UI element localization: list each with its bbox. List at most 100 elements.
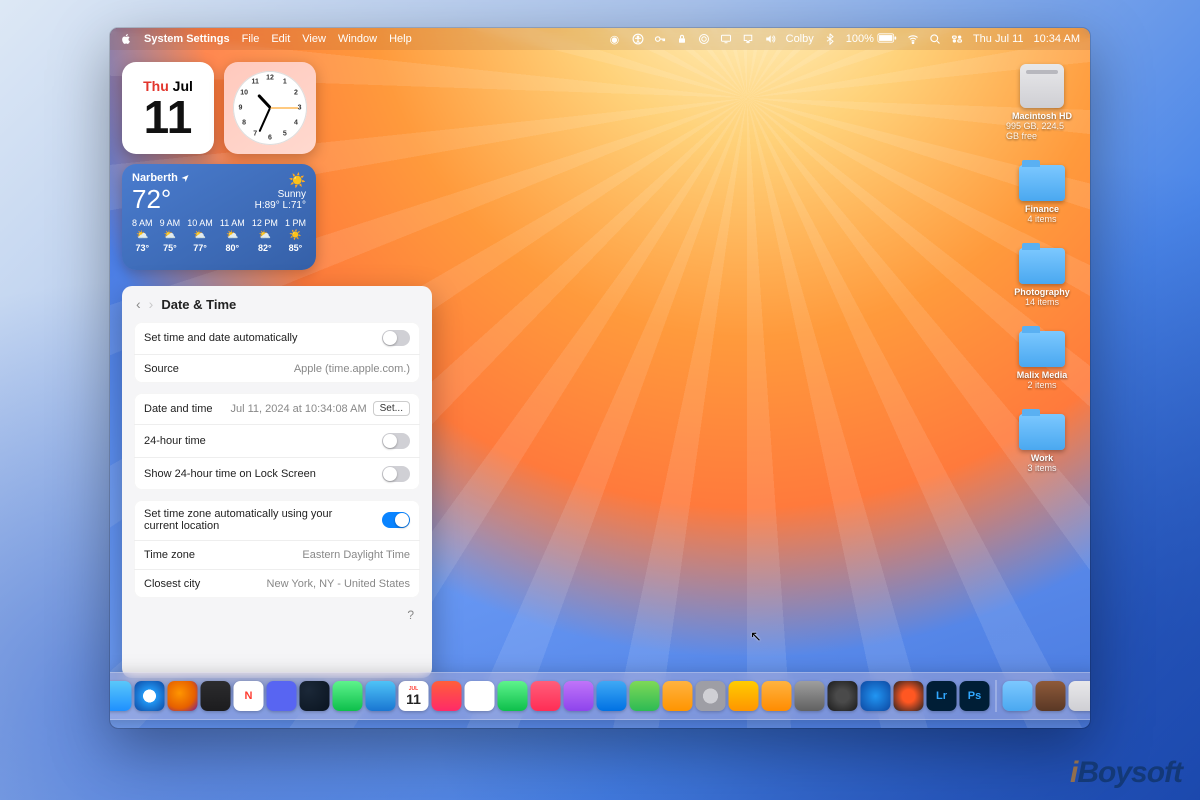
clock-face: 123 69 12 45 78 1011 bbox=[233, 71, 307, 145]
dock-firefox[interactable] bbox=[168, 681, 198, 711]
wifi-icon[interactable] bbox=[907, 33, 919, 45]
clock-widget[interactable]: 123 69 12 45 78 1011 bbox=[224, 62, 316, 154]
auto-datetime-label: Set time and date automatically bbox=[144, 332, 297, 344]
weather-temp: 72° bbox=[132, 186, 189, 212]
weather-hour: 1 PM☀️85° bbox=[285, 218, 306, 253]
airdrop-icon[interactable] bbox=[698, 33, 710, 45]
auto-tz-toggle[interactable] bbox=[382, 512, 410, 528]
dock: N JUL11 LrPs bbox=[110, 672, 1090, 720]
user-menu[interactable]: Colby bbox=[786, 33, 814, 45]
settings-title: Date & Time bbox=[161, 297, 236, 312]
search-icon[interactable] bbox=[929, 33, 941, 45]
menubar-date[interactable]: Thu Jul 11 bbox=[973, 33, 1024, 45]
macintosh-hd[interactable]: Macintosh HD 995 GB, 224.5 GB free bbox=[1006, 64, 1078, 141]
datetime-label: Date and time bbox=[144, 403, 212, 415]
hd-icon bbox=[1020, 64, 1064, 108]
tz-value: Eastern Daylight Time bbox=[302, 549, 410, 561]
24h-toggle[interactable] bbox=[382, 433, 410, 449]
dock-recent[interactable] bbox=[1036, 681, 1066, 711]
dock-keynote[interactable] bbox=[597, 681, 627, 711]
battery-pct[interactable]: 100% bbox=[846, 33, 897, 45]
app-name[interactable]: System Settings bbox=[144, 33, 230, 45]
record-icon[interactable]: ◉ bbox=[610, 33, 622, 45]
calendar-widget[interactable]: Thu Jul 11 bbox=[122, 62, 214, 154]
menubar-time[interactable]: 10:34 AM bbox=[1034, 33, 1080, 45]
datetime-value: Jul 11, 2024 at 10:34:08 AM bbox=[230, 403, 366, 415]
dock-music[interactable] bbox=[531, 681, 561, 711]
calendar-widget-day: 11 bbox=[144, 94, 193, 140]
24h-label: 24-hour time bbox=[144, 435, 206, 447]
accessibility-icon[interactable] bbox=[632, 33, 644, 45]
dock-audacity[interactable] bbox=[729, 681, 759, 711]
control-center-icon[interactable] bbox=[951, 33, 963, 45]
key-icon[interactable] bbox=[654, 33, 666, 45]
airplay-icon[interactable] bbox=[742, 33, 754, 45]
weather-hourly: 8 AM⛅73° 9 AM⛅75° 10 AM⛅77° 11 AM⛅80° 12 PM⛅… bbox=[132, 218, 306, 253]
dock-settings[interactable] bbox=[696, 681, 726, 711]
weather-hour: 11 AM⛅80° bbox=[220, 218, 245, 253]
menu-view[interactable]: View bbox=[302, 33, 326, 45]
auto-datetime-toggle[interactable] bbox=[382, 330, 410, 346]
dock-finder[interactable] bbox=[110, 681, 132, 711]
city-label: Closest city bbox=[144, 578, 200, 590]
desktop-folder[interactable]: Work3 items bbox=[1006, 414, 1078, 473]
dock-safari[interactable] bbox=[135, 681, 165, 711]
dock-photos[interactable] bbox=[465, 681, 495, 711]
dock-photoshop[interactable]: Ps bbox=[960, 681, 990, 711]
weather-hour: 9 AM⛅75° bbox=[160, 218, 181, 253]
desktop-folder[interactable]: Malix Media2 items bbox=[1006, 331, 1078, 390]
dock-app-red[interactable] bbox=[432, 681, 462, 711]
weather-hour: 12 PM⛅82° bbox=[252, 218, 278, 253]
weather-widget[interactable]: Narberth 72° ☀️ Sunny H:89° L:71° 8 AM⛅7… bbox=[122, 164, 316, 270]
dock-discord[interactable] bbox=[267, 681, 297, 711]
lock-icon[interactable] bbox=[676, 33, 688, 45]
volume-icon[interactable] bbox=[764, 33, 776, 45]
display-icon[interactable] bbox=[720, 33, 732, 45]
menu-edit[interactable]: Edit bbox=[271, 33, 290, 45]
dock-lightroom[interactable]: Lr bbox=[927, 681, 957, 711]
apple-menu-icon[interactable] bbox=[120, 33, 132, 45]
dock-trash[interactable] bbox=[1069, 681, 1091, 711]
source-value: Apple (time.apple.com.) bbox=[294, 363, 410, 375]
dock-garageband[interactable] bbox=[762, 681, 792, 711]
menu-help[interactable]: Help bbox=[389, 33, 412, 45]
weather-hour: 8 AM⛅73° bbox=[132, 218, 153, 253]
dock-podcasts[interactable] bbox=[564, 681, 594, 711]
dock-finalcut[interactable] bbox=[828, 681, 858, 711]
dock-steam[interactable] bbox=[300, 681, 330, 711]
dock-calendar[interactable]: JUL11 bbox=[399, 681, 429, 711]
menu-file[interactable]: File bbox=[242, 33, 260, 45]
dock-pages[interactable] bbox=[663, 681, 693, 711]
bluetooth-icon[interactable] bbox=[824, 33, 836, 45]
weather-condition: ☀️ Sunny H:89° L:71° bbox=[255, 172, 306, 211]
desktop-folder[interactable]: Finance4 items bbox=[1006, 165, 1078, 224]
dock-facetime[interactable] bbox=[498, 681, 528, 711]
back-button[interactable]: ‹ bbox=[136, 296, 141, 312]
tz-label: Time zone bbox=[144, 549, 195, 561]
dock-app-dark[interactable] bbox=[201, 681, 231, 711]
lock-24h-toggle[interactable] bbox=[382, 466, 410, 482]
dock-downloads[interactable] bbox=[1003, 681, 1033, 711]
folder-icon bbox=[1019, 331, 1065, 367]
watermark: iiBoysoftBoysoft bbox=[1070, 756, 1182, 790]
set-datetime-button[interactable]: Set... bbox=[373, 401, 410, 416]
dock-app-misc2[interactable] bbox=[861, 681, 891, 711]
weather-location: Narberth bbox=[132, 172, 189, 184]
dock-numbers[interactable] bbox=[630, 681, 660, 711]
dock-app-misc1[interactable] bbox=[795, 681, 825, 711]
desktop-folder[interactable]: Photography14 items bbox=[1006, 248, 1078, 307]
menu-window[interactable]: Window bbox=[338, 33, 377, 45]
forward-button[interactable]: › bbox=[149, 296, 154, 312]
help-button[interactable]: ? bbox=[134, 608, 420, 622]
dock-davinci[interactable] bbox=[894, 681, 924, 711]
cursor-icon: ↖ bbox=[750, 628, 762, 645]
city-value: New York, NY - United States bbox=[267, 578, 410, 590]
weather-hour: 10 AM⛅77° bbox=[187, 218, 213, 253]
mac-desktop: System Settings File Edit View Window He… bbox=[110, 28, 1090, 728]
dock-messages[interactable] bbox=[333, 681, 363, 711]
menubar: System Settings File Edit View Window He… bbox=[110, 28, 1090, 50]
source-label: Source bbox=[144, 363, 179, 375]
dock-news[interactable]: N bbox=[234, 681, 264, 711]
auto-tz-label: Set time zone automatically using your c… bbox=[144, 508, 344, 532]
dock-mail[interactable] bbox=[366, 681, 396, 711]
